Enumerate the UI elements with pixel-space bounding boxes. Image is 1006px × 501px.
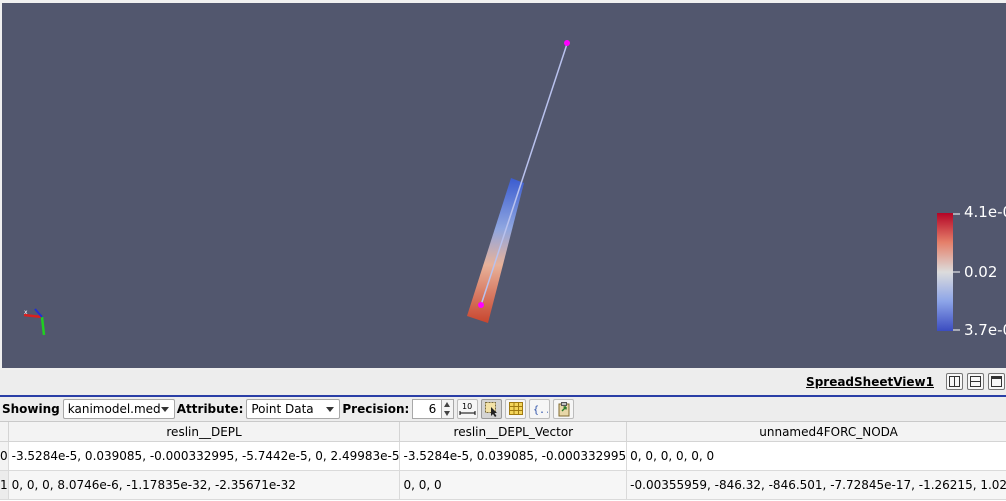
mesh-line-element bbox=[480, 43, 568, 306]
column-header[interactable]: reslin__DEPL bbox=[8, 422, 401, 442]
braces-icon: {..} bbox=[533, 405, 548, 416]
column-header[interactable]: unnamed4FORC_NODA bbox=[626, 422, 1006, 442]
split-horizontal-button[interactable] bbox=[946, 373, 963, 390]
table-header-row: reslin__DEPL reslin__DEPL_Vector unnamed… bbox=[0, 422, 1006, 442]
render-viewport[interactable]: x 4.1e-0 0.02 3.7e-0 bbox=[2, 3, 1006, 368]
color-legend-min-label: 3.7e-0 bbox=[964, 321, 1006, 339]
table-cell[interactable]: -3.5284e-5, 0.039085, -0.000332995 bbox=[399, 441, 628, 471]
table-row[interactable]: 0 -3.5284e-5, 0.039085, -0.000332995, -5… bbox=[0, 441, 1006, 471]
spreadsheet-table[interactable]: reslin__DEPL reslin__DEPL_Vector unnamed… bbox=[0, 421, 1006, 501]
table-row[interactable]: 1 0, 0, 0, 8.0746e-6, -1.17835e-32, -2.3… bbox=[0, 470, 1006, 500]
select-cursor-icon bbox=[484, 402, 497, 417]
maximize-icon bbox=[991, 376, 1002, 387]
table-cell[interactable]: 0, 0, 0, 0, 0, 0 bbox=[626, 441, 1006, 471]
precision-label: Precision: bbox=[342, 402, 410, 416]
table-grid-icon bbox=[508, 402, 523, 415]
toggle-column-visibility-button[interactable] bbox=[505, 399, 527, 419]
svg-text:x: x bbox=[24, 309, 28, 316]
showing-source-select[interactable]: kanimodel.med bbox=[62, 399, 175, 419]
column-header[interactable]: reslin__DEPL_Vector bbox=[399, 422, 628, 442]
row-index[interactable]: 0 bbox=[0, 441, 9, 471]
fixed-precision-text: 10 bbox=[462, 402, 472, 411]
fixed-precision-icon: 10 bbox=[459, 402, 476, 415]
table-cell[interactable]: 0, 0, 0 bbox=[399, 470, 628, 500]
orientation-axes-icon: x bbox=[23, 308, 46, 336]
precision-spinbox[interactable]: 6 bbox=[412, 399, 443, 419]
precision-stepper[interactable] bbox=[442, 399, 455, 419]
row-index[interactable]: 1 bbox=[0, 470, 9, 500]
chevron-down-icon bbox=[160, 407, 169, 412]
export-spreadsheet-button[interactable] bbox=[553, 399, 575, 419]
split-vertical-icon bbox=[970, 376, 981, 387]
maximize-view-button[interactable] bbox=[988, 373, 1005, 390]
attribute-select[interactable]: Point Data bbox=[246, 399, 341, 419]
split-horizontal-icon bbox=[949, 376, 960, 387]
toggle-fixed-representation-button[interactable]: 10 bbox=[457, 399, 479, 419]
spreadsheet-toolbar: Showing kanimodel.med Attribute: Point D… bbox=[0, 397, 1006, 421]
showing-source-value: kanimodel.med bbox=[67, 402, 161, 416]
toggle-cell-connectivity-button[interactable]: {..} bbox=[529, 399, 551, 419]
color-legend-bar bbox=[937, 213, 953, 331]
showing-label: Showing bbox=[2, 402, 60, 416]
color-legend-mid-label: 0.02 bbox=[964, 263, 998, 281]
split-vertical-button[interactable] bbox=[967, 373, 984, 390]
render-view-panel: x 4.1e-0 0.02 3.7e-0 bbox=[0, 0, 1006, 370]
attribute-value: Point Data bbox=[251, 402, 314, 416]
chevron-down-icon bbox=[326, 407, 335, 412]
node-bottom bbox=[478, 302, 484, 308]
table-cell[interactable]: 0, 0, 0, 8.0746e-6, -1.17835e-32, -2.356… bbox=[8, 470, 401, 500]
node-top bbox=[564, 40, 570, 46]
table-cell[interactable]: -0.00355959, -846.32, -846.501, -7.72845… bbox=[626, 470, 1006, 500]
attribute-label: Attribute: bbox=[176, 402, 244, 416]
precision-value: 6 bbox=[428, 402, 437, 416]
show-only-selected-button[interactable] bbox=[481, 399, 503, 419]
table-cell[interactable]: -3.5284e-5, 0.039085, -0.000332995, -5.7… bbox=[8, 441, 401, 471]
row-index-header bbox=[0, 422, 9, 442]
spreadsheet-view-header: SpreadSheetView1 bbox=[0, 370, 1006, 396]
color-legend-max-label: 4.1e-0 bbox=[964, 203, 1006, 221]
export-clipboard-icon bbox=[558, 402, 570, 417]
svg-text:{..}: {..} bbox=[533, 405, 548, 416]
spreadsheet-view-title[interactable]: SpreadSheetView1 bbox=[806, 375, 934, 389]
